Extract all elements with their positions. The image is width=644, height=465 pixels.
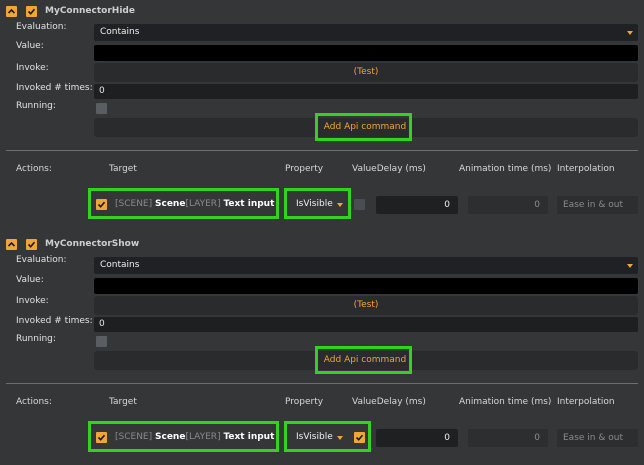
running-checkbox[interactable]	[96, 336, 107, 347]
value-input[interactable]	[94, 278, 638, 294]
caret-down-icon	[627, 264, 633, 268]
add-api-command-button[interactable]: Add Api command	[320, 118, 410, 137]
interpolation-column-header: Interpolation	[557, 397, 615, 407]
actions-label: Actions:	[16, 397, 52, 407]
evaluation-label: Evaluation:	[16, 22, 67, 32]
connector-title: MyConnectorHide	[45, 6, 135, 16]
evaluation-selected-value: Contains	[100, 27, 140, 37]
interpolation-column-header: Interpolation	[557, 164, 615, 174]
target-layer-tag: [LAYER]	[185, 199, 221, 209]
property-column-header: Property	[285, 397, 324, 407]
invoked-times-field: 0	[94, 84, 638, 99]
interpolation-select[interactable]: Ease in & out	[557, 196, 638, 214]
property-dropdown[interactable]: IsVisible	[290, 429, 348, 446]
value-label: Value:	[16, 41, 44, 51]
target-layer: Text input	[223, 432, 275, 442]
interpolation-select[interactable]: Ease in & out	[557, 429, 638, 447]
connector-enabled-checkbox[interactable]	[26, 239, 37, 250]
property-selected-value: IsVisible	[296, 199, 333, 209]
test-button[interactable]: (Test)	[94, 63, 638, 82]
animation-time-column-header: Animation time (ms)	[459, 164, 552, 174]
action-target[interactable]: [SCENE] Scene[LAYER] Text input	[115, 199, 274, 210]
evaluation-label: Evaluation:	[16, 255, 67, 265]
invoke-label: Invoke:	[16, 63, 49, 73]
collapse-chevron-up-icon[interactable]	[6, 239, 17, 250]
value-delay-column-header: ValueDelay (ms)	[352, 164, 426, 174]
caret-down-icon	[337, 436, 343, 440]
invoked-times-field: 0	[94, 317, 638, 332]
delay-input[interactable]: 0	[376, 196, 458, 214]
target-scene-tag: [SCENE]	[115, 199, 153, 209]
connector-enabled-checkbox[interactable]	[26, 6, 37, 17]
running-label: Running:	[16, 101, 56, 111]
section-divider	[6, 383, 638, 384]
caret-down-icon	[337, 203, 343, 207]
caret-down-icon	[627, 31, 633, 35]
value-checkbox[interactable]	[354, 432, 365, 443]
evaluation-selected-value: Contains	[100, 260, 140, 270]
action-enabled-checkbox[interactable]	[96, 432, 107, 443]
invoked-times-label: Invoked # times:	[16, 316, 93, 326]
target-layer-tag: [LAYER]	[185, 432, 221, 442]
actions-label: Actions:	[16, 164, 52, 174]
running-checkbox[interactable]	[96, 103, 107, 114]
evaluation-dropdown[interactable]: Contains	[94, 24, 638, 41]
section-divider	[6, 150, 638, 151]
invoke-label: Invoke:	[16, 296, 49, 306]
target-scene: Scene	[155, 199, 186, 209]
animation-time-input[interactable]: 0	[468, 429, 548, 447]
target-scene-tag: [SCENE]	[115, 432, 153, 442]
value-input[interactable]	[94, 45, 638, 61]
running-label: Running:	[16, 334, 56, 344]
add-api-command-button[interactable]: Add Api command	[320, 351, 410, 370]
animation-time-column-header: Animation time (ms)	[459, 397, 552, 407]
collapse-chevron-up-icon[interactable]	[6, 6, 17, 17]
property-column-header: Property	[285, 164, 324, 174]
target-column-header: Target	[109, 397, 137, 407]
delay-input[interactable]: 0	[376, 429, 458, 447]
value-delay-column-header: ValueDelay (ms)	[352, 397, 426, 407]
action-enabled-checkbox[interactable]	[96, 199, 107, 210]
value-label: Value:	[16, 275, 44, 285]
value-checkbox[interactable]	[354, 199, 365, 210]
target-layer: Text input	[223, 199, 275, 209]
animation-time-input[interactable]: 0	[468, 196, 548, 214]
connector-title: MyConnectorShow	[45, 239, 140, 249]
property-selected-value: IsVisible	[296, 432, 333, 442]
target-column-header: Target	[109, 164, 137, 174]
property-dropdown[interactable]: IsVisible	[290, 196, 348, 213]
target-scene: Scene	[155, 432, 186, 442]
test-button[interactable]: (Test)	[94, 296, 638, 315]
invoked-times-label: Invoked # times:	[16, 83, 93, 93]
action-target[interactable]: [SCENE] Scene[LAYER] Text input	[115, 432, 274, 443]
evaluation-dropdown[interactable]: Contains	[94, 257, 638, 274]
